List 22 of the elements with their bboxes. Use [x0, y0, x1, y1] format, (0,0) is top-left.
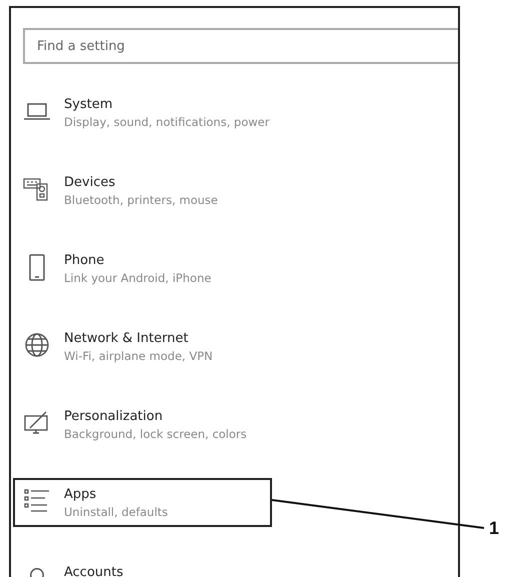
item-title: System: [64, 96, 114, 113]
item-title: Personalization: [64, 408, 164, 425]
item-subtitle: Background, lock screen, colors: [64, 426, 247, 443]
settings-item[interactable]: Accounts: [13, 556, 272, 577]
settings-item[interactable]: Network & Internet Wi-Fi, airplane mode, VPN: [13, 322, 272, 371]
item-subtitle: Display, sound, notifications, power: [64, 114, 270, 131]
settings-item[interactable]: Apps Uninstall, defaults: [13, 478, 272, 527]
item-subtitle: Link your Android, iPhone: [64, 270, 212, 287]
item-subtitle: Bluetooth, printers, mouse: [64, 192, 218, 209]
item-title: Apps: [64, 486, 98, 503]
item-title: Devices: [64, 174, 116, 191]
search-field[interactable]: Find a setting: [23, 28, 458, 64]
item-title: Network & Internet: [64, 330, 190, 347]
settings-item[interactable]: Devices Bluetooth, printers, mouse: [13, 166, 272, 215]
settings-item[interactable]: Personalization Background, lock screen, colors: [13, 400, 272, 449]
callout-number: 1: [489, 518, 500, 539]
item-title: Accounts: [64, 564, 124, 577]
settings-item[interactable]: Phone Link your Android, iPhone: [13, 244, 272, 293]
item-title: Phone: [64, 252, 106, 269]
item-subtitle: Uninstall, defaults: [64, 504, 168, 521]
item-subtitle: Wi-Fi, airplane mode, VPN: [64, 348, 213, 365]
settings-item[interactable]: System Display, sound, notifications, power: [13, 88, 272, 137]
